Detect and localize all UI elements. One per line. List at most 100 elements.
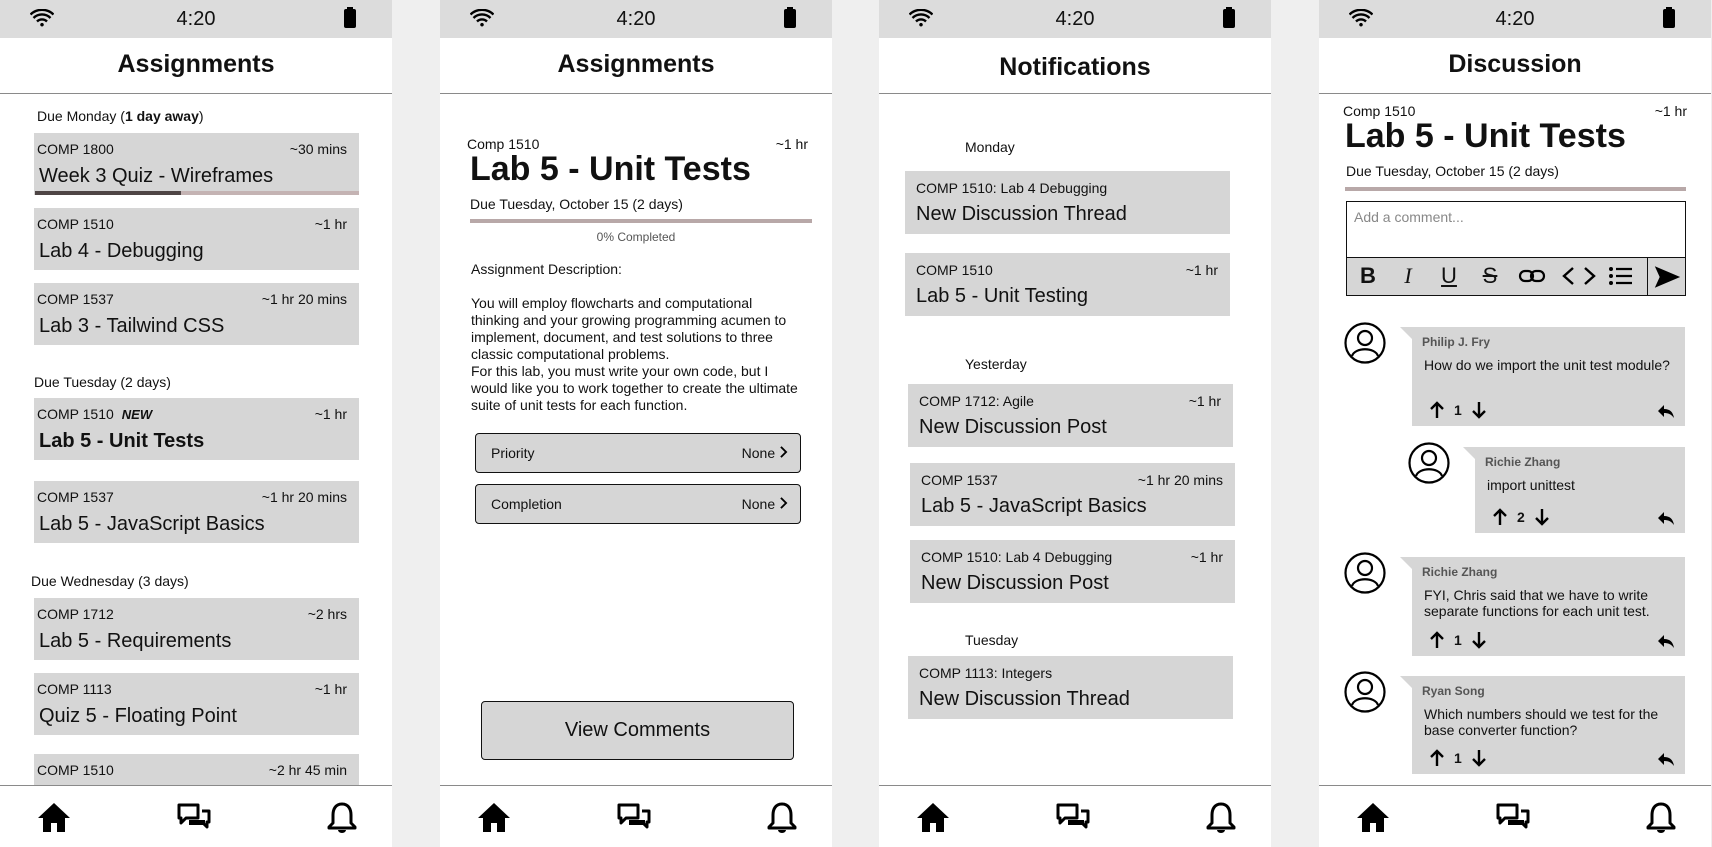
comment: Ryan Song Which numbers should we test f… (1400, 676, 1685, 774)
notification-source: COMP 1113: Integers (919, 665, 1053, 681)
notification-item[interactable]: COMP 1510 ~1 hr Lab 5 - Unit Testing (905, 253, 1230, 316)
bold-icon[interactable]: B (1353, 262, 1383, 290)
priority-label: Priority (491, 445, 535, 461)
time-estimate: ~30 mins (289, 141, 347, 157)
notification-title: New Discussion Post (919, 416, 1107, 438)
comment-author: Richie Zhang (1422, 565, 1498, 579)
assignment-description: You will employ flowcharts and computati… (471, 295, 798, 413)
day-header: Tuesday (965, 632, 1019, 648)
home-icon[interactable] (476, 800, 512, 834)
course-code: COMP 1510 NEW (37, 406, 153, 422)
assignment-title: Lab 4 - Debugging (39, 240, 204, 262)
downvote-icon[interactable] (1470, 401, 1488, 419)
battery-icon (784, 7, 796, 28)
assignment-card[interactable]: COMP 1800 ~30 mins Week 3 Quiz - Wirefra… (34, 133, 359, 195)
strikethrough-icon[interactable]: S (1475, 262, 1505, 290)
time-estimate: ~1 hr 20 mins (1137, 472, 1223, 488)
bell-icon[interactable] (1203, 800, 1239, 834)
vote-controls: 1 (1428, 630, 1488, 650)
upvote-icon[interactable] (1428, 749, 1446, 767)
progress-fill (35, 191, 181, 195)
reply-icon[interactable] (1657, 509, 1675, 527)
home-icon[interactable] (36, 800, 72, 834)
notification-item[interactable]: COMP 1510: Lab 4 Debugging New Discussio… (905, 171, 1230, 234)
comment-input[interactable]: Add a comment... (1354, 209, 1464, 225)
avatar-icon (1408, 442, 1450, 484)
battery-icon (344, 7, 356, 28)
list-icon[interactable] (1606, 262, 1636, 290)
upvote-icon[interactable] (1491, 508, 1509, 526)
code-icon[interactable] (1561, 262, 1597, 290)
assignment-card[interactable]: COMP 1510 ~1 hr Lab 4 - Debugging (34, 208, 359, 270)
editor-toolbar: B I U S (1347, 257, 1685, 296)
completion-select[interactable]: Completion None (475, 484, 801, 524)
assignment-title: Week 3 Quiz - Wireframes (39, 165, 274, 187)
comment-text: How do we import the unit test module? (1424, 357, 1670, 373)
priority-select[interactable]: Priority None (475, 433, 801, 473)
section-due-monday: Due Monday (1 day away) (37, 108, 204, 124)
notification-item[interactable]: COMP 1510: Lab 4 Debugging ~1 hr New Dis… (910, 540, 1235, 603)
reply-icon[interactable] (1657, 750, 1675, 768)
discussion-icon[interactable] (616, 800, 652, 834)
bell-icon[interactable] (1643, 800, 1679, 834)
bell-icon[interactable] (764, 800, 800, 834)
upvote-icon[interactable] (1428, 631, 1446, 649)
assignment-title: Lab 5 - Unit Tests (470, 150, 751, 188)
course-code: COMP 1510 (37, 762, 114, 778)
comment: Richie Zhang FYI, Chris said that we hav… (1400, 557, 1685, 656)
downvote-icon[interactable] (1470, 631, 1488, 649)
comment-author: Ryan Song (1422, 684, 1485, 698)
discussion-icon[interactable] (1055, 800, 1091, 834)
home-icon[interactable] (1355, 800, 1391, 834)
notification-source: COMP 1510: Lab 4 Debugging (916, 180, 1108, 196)
underline-icon[interactable]: U (1434, 262, 1464, 290)
assignment-detail-screen: 4:20 Assignments Comp 1510 ~1 hr Lab 5 -… (440, 0, 832, 847)
reply-icon[interactable] (1657, 402, 1675, 420)
notification-item[interactable]: COMP 1113: Integers New Discussion Threa… (908, 656, 1233, 719)
send-icon[interactable] (1647, 258, 1685, 296)
progress-bar (1345, 187, 1686, 191)
time-estimate: ~1 hr (1190, 549, 1223, 565)
due-date: Due Tuesday, October 15 (2 days) (1346, 163, 1559, 179)
chevron-right-icon (779, 497, 788, 509)
time-estimate: ~1 hr 20 mins (261, 489, 347, 505)
comment: Philip J. Fry How do we import the unit … (1400, 327, 1685, 426)
notification-item[interactable]: COMP 1537 ~1 hr 20 mins Lab 5 - JavaScri… (910, 463, 1235, 526)
downvote-icon[interactable] (1533, 508, 1551, 526)
view-comments-button[interactable]: View Comments (481, 701, 794, 760)
comment-editor[interactable]: Add a comment... B I U S (1346, 201, 1686, 296)
vote-count: 2 (1517, 509, 1525, 525)
upvote-icon[interactable] (1428, 401, 1446, 419)
page-title: Assignments (440, 38, 832, 94)
status-bar: 4:20 (879, 0, 1271, 38)
time-estimate: ~1 hr (314, 681, 347, 697)
discussion-icon[interactable] (176, 800, 212, 834)
comment-text: FYI, Chris said that we have to write se… (1424, 587, 1650, 619)
italic-icon[interactable]: I (1393, 262, 1423, 290)
assignment-card[interactable]: COMP 1510 NEW ~1 hr Lab 5 - Unit Tests (34, 398, 359, 460)
discussion-icon[interactable] (1495, 800, 1531, 834)
assignment-card[interactable]: COMP 1712 ~2 hrs Lab 5 - Requirements (34, 598, 359, 660)
assignment-card[interactable]: COMP 1113 ~1 hr Quiz 5 - Floating Point (34, 673, 359, 735)
status-bar: 4:20 (0, 0, 392, 38)
course-code: COMP 1113 (37, 681, 112, 697)
notification-item[interactable]: COMP 1712: Agile ~1 hr New Discussion Po… (908, 384, 1233, 447)
bottom-nav (879, 785, 1271, 847)
link-icon[interactable] (1517, 262, 1547, 290)
status-time: 4:20 (176, 8, 216, 30)
assignment-title: Lab 5 - Unit Tests (1345, 117, 1626, 155)
vote-controls: 1 (1428, 748, 1488, 768)
section-due-wednesday: Due Wednesday (3 days) (31, 573, 189, 589)
reply-icon[interactable] (1657, 632, 1675, 650)
assignment-card[interactable]: COMP 1537 ~1 hr 20 mins Lab 3 - Tailwind… (34, 283, 359, 345)
bell-icon[interactable] (324, 800, 360, 834)
page-title: Notifications (879, 38, 1271, 94)
notification-title: New Discussion Thread (916, 203, 1127, 225)
home-icon[interactable] (915, 800, 951, 834)
notification-title: New Discussion Thread (919, 688, 1130, 710)
description-label: Assignment Description: (471, 261, 622, 277)
downvote-icon[interactable] (1470, 749, 1488, 767)
course-code: COMP 1800 (37, 141, 114, 157)
day-header: Monday (965, 139, 1015, 155)
assignment-card[interactable]: COMP 1537 ~1 hr 20 mins Lab 5 - JavaScri… (34, 481, 359, 543)
